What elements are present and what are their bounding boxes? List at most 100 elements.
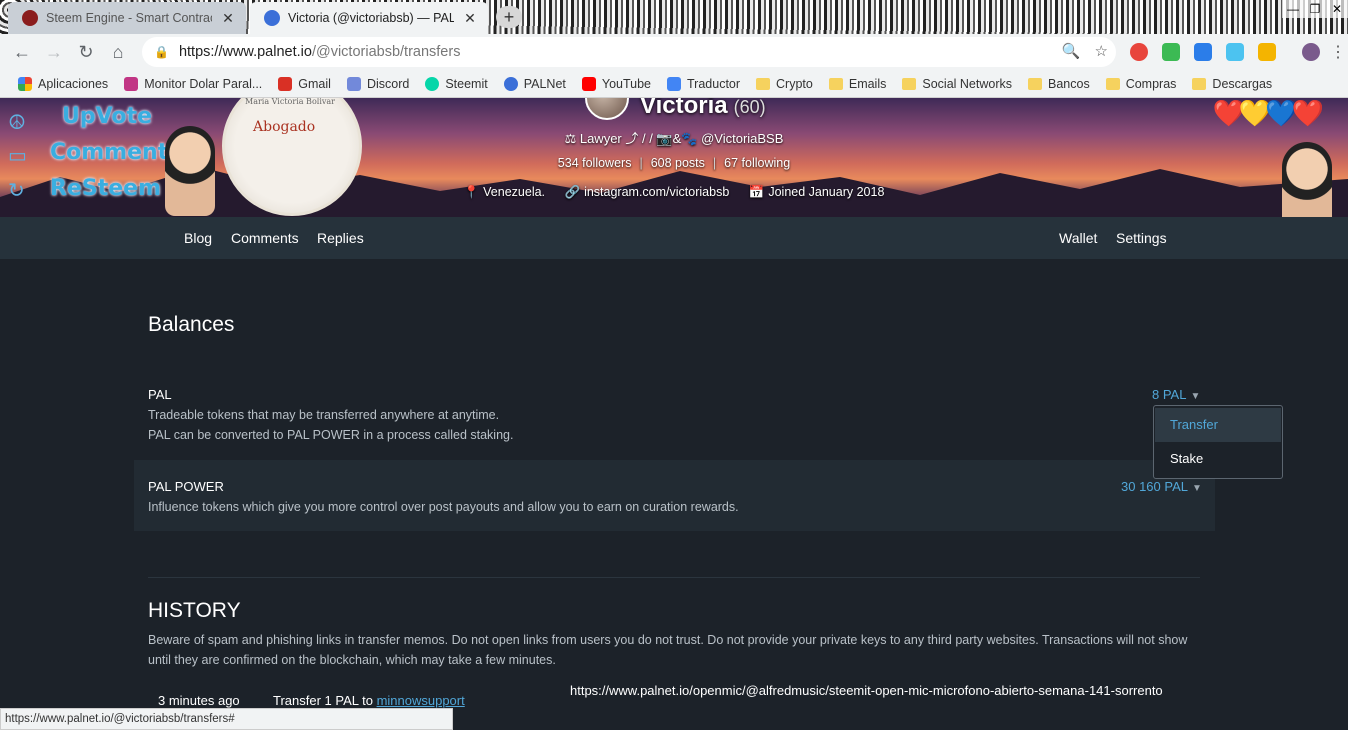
posts-count: 608 posts	[650, 156, 705, 170]
browser-toolbar: ← → ↻ ⌂ 🔒 https://www.palnet.io/@victori…	[0, 34, 1348, 70]
extension-yellow-icon[interactable]	[1258, 43, 1276, 61]
menu-item-transfer[interactable]: Transfer	[1155, 408, 1281, 442]
following-link[interactable]: 67 following	[716, 156, 798, 170]
youtube-icon	[581, 76, 596, 91]
history-row-user-link[interactable]: minnowsupport	[377, 693, 465, 708]
bookmark-discord[interactable]: Discord	[339, 76, 417, 91]
caret-down-icon: ▼	[1191, 483, 1202, 494]
pal-token-desc-2: PAL can be converted to PAL POWER in a p…	[148, 428, 514, 442]
folder-icon	[756, 77, 771, 90]
tab-settings[interactable]: Settings	[1116, 230, 1167, 246]
bookmarks-bar: Aplicaciones Monitor Dolar Paral... Gmai…	[0, 70, 1348, 98]
section-divider	[148, 577, 1200, 578]
bookmark-traductor[interactable]: Traductor	[659, 76, 748, 91]
folder-icon	[1192, 77, 1207, 90]
pal-power-desc: Influence tokens which give you more con…	[148, 500, 739, 514]
bookmark-palnet[interactable]: PALNet	[496, 76, 574, 91]
window-controls: — ❐ ✕	[1282, 0, 1348, 18]
tab-title: Steem Engine - Smart Contracts	[46, 11, 212, 25]
pal-actions-menu: Transfer Stake	[1153, 405, 1283, 479]
translate-icon	[667, 76, 681, 91]
gmail-icon	[278, 76, 293, 91]
profile-website[interactable]: instagram.com/victoriabsb	[584, 185, 729, 199]
steem-engine-icon	[22, 10, 38, 26]
steemit-icon	[425, 76, 440, 91]
tab-title: Victoria (@victoriabsb) — PALNet	[288, 11, 454, 25]
home-icon[interactable]: ⌂	[102, 36, 134, 68]
profile-location: Venezuela.	[483, 185, 546, 199]
url-path: /@victoriabsb/transfers	[311, 44, 461, 60]
bookmark-youtube[interactable]: YouTube	[574, 76, 659, 91]
close-icon[interactable]: ✕	[462, 10, 478, 27]
bookmark-folder-descargas[interactable]: Descargas	[1184, 77, 1280, 91]
pal-power-name: PAL POWER	[148, 479, 224, 494]
maximize-icon[interactable]: ❐	[1304, 0, 1326, 18]
bookmark-folder-bancos[interactable]: Bancos	[1020, 77, 1098, 91]
followers-link[interactable]: 534 followers	[550, 156, 640, 170]
pal-token-desc-1: Tradeable tokens that may be transferred…	[148, 408, 500, 422]
bookmark-folder-emails[interactable]: Emails	[821, 77, 895, 91]
reload-icon[interactable]: ↻	[70, 36, 102, 68]
forward-icon[interactable]: →	[38, 36, 70, 68]
tab-palnet[interactable]: Victoria (@victoriabsb) — PALNet ✕	[250, 2, 488, 34]
folder-icon	[1028, 77, 1042, 90]
extension-blue-icon[interactable]	[1194, 43, 1212, 61]
calendar-icon: 📅	[748, 185, 765, 199]
history-row-time: 3 minutes ago	[158, 693, 240, 708]
profile-stats: 534 followers | 608 posts | 67 following	[0, 156, 1348, 170]
extension-cyan-icon[interactable]	[1226, 43, 1244, 61]
folder-icon	[1105, 77, 1120, 90]
tab-steem-engine[interactable]: Steem Engine - Smart Contracts ✕	[8, 2, 246, 34]
caret-down-icon: ▼	[1190, 391, 1201, 402]
browser-status-bar: https://www.palnet.io/@victoriabsb/trans…	[0, 708, 453, 730]
bookmark-gmail[interactable]: Gmail	[270, 76, 339, 91]
tab-replies[interactable]: Replies	[317, 230, 364, 246]
avatar[interactable]	[585, 98, 629, 120]
folder-icon	[828, 77, 843, 90]
pal-balance-dropdown[interactable]: 8 PAL ▼	[1152, 387, 1200, 402]
minimize-icon[interactable]: —	[1282, 0, 1304, 18]
wallet-content: Balances PAL Tradeable tokens that may b…	[0, 259, 1348, 730]
bookmark-steemit[interactable]: Steemit	[417, 76, 495, 91]
palnet-icon	[503, 76, 518, 91]
instagram-icon	[124, 76, 139, 91]
profile-about: ⚖ Lawyer ⤴ / / 📷&🐾 @VictoriaBSB	[564, 131, 784, 146]
profile-subnav: Blog Comments Replies Wallet Settings	[0, 217, 1348, 259]
new-tab-button[interactable]: +	[496, 6, 522, 28]
history-row-memo: https://www.palnet.io/openmic/@alfredmus…	[570, 683, 1163, 698]
lock-icon: 🔒	[154, 45, 169, 59]
hearts-decoration: ❤️💛💙❤️	[1212, 98, 1324, 128]
link-icon: 🔗	[564, 185, 581, 199]
profile-name: Victoria (60)	[640, 98, 766, 119]
palnet-icon	[264, 10, 280, 26]
close-icon[interactable]: ✕	[220, 10, 236, 27]
extension-alert-icon[interactable]	[1130, 43, 1148, 61]
search-icon[interactable]: 🔍	[1062, 42, 1081, 60]
profile-meta: 📍 Venezuela. 🔗 instagram.com/victoriabsb 📅…	[0, 185, 1348, 200]
browser-tab-strip: Steem Engine - Smart Contracts ✕ Victori…	[0, 0, 1348, 34]
tab-blog[interactable]: Blog	[184, 230, 212, 246]
pal-balance-value: 8 PAL	[1152, 387, 1187, 402]
menu-dots-icon[interactable]: ⋮	[1330, 42, 1346, 62]
bookmark-folder-social[interactable]: Social Networks	[894, 77, 1020, 91]
bookmark-folder-crypto[interactable]: Crypto	[748, 77, 821, 91]
balances-title: Balances	[148, 313, 235, 336]
tab-wallet[interactable]: Wallet	[1059, 230, 1097, 246]
address-bar[interactable]: 🔒 https://www.palnet.io/@victoriabsb/tra…	[142, 37, 1116, 67]
back-icon[interactable]: ←	[6, 36, 38, 68]
cover-sticker-upvote: UpVote	[62, 104, 152, 129]
location-pin-icon: 📍	[463, 185, 480, 199]
close-window-icon[interactable]: ✕	[1326, 0, 1348, 18]
extension-green-icon[interactable]	[1162, 43, 1180, 61]
profile-avatar-icon[interactable]	[1302, 43, 1320, 61]
bookmark-monitor-dolar[interactable]: Monitor Dolar Paral...	[116, 76, 270, 91]
history-row-action: Transfer 1 PAL to minnowsupport	[273, 693, 465, 708]
bookmark-folder-compras[interactable]: Compras	[1098, 77, 1185, 91]
bookmark-aplicaciones[interactable]: Aplicaciones	[10, 76, 116, 91]
pal-power-row	[134, 460, 1215, 531]
bookmark-star-icon[interactable]: ☆	[1095, 42, 1108, 60]
menu-item-stake[interactable]: Stake	[1155, 442, 1281, 476]
tab-comments[interactable]: Comments	[231, 230, 299, 246]
pal-power-value: 30 160 PAL	[1121, 479, 1188, 494]
pal-power-dropdown[interactable]: 30 160 PAL ▼	[1121, 479, 1202, 494]
